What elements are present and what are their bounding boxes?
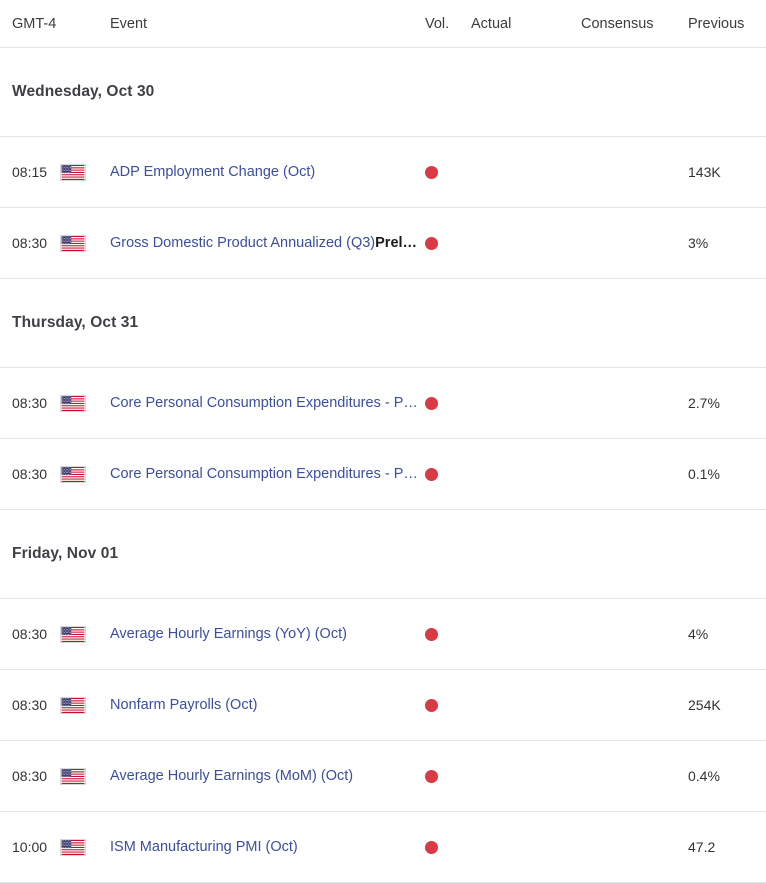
calendar-body: Wednesday, Oct 30 08:15 ADP Employment Cha…	[0, 48, 766, 883]
volatility-high-dot	[425, 467, 438, 481]
date-group-header: Friday, Nov 01	[0, 510, 766, 599]
event-time: 08:30	[12, 697, 48, 713]
event-row[interactable]: 08:30 Nonfarm Payrolls (Oct) 254K	[0, 670, 766, 741]
us-flag-icon	[60, 163, 110, 181]
volatility-high-dot	[425, 769, 438, 783]
event-name-link[interactable]: Average Hourly Earnings (YoY) (Oct)	[110, 626, 347, 642]
event-time: 08:30	[12, 626, 48, 642]
event-row[interactable]: 08:30 Average Hourly Earnings (YoY) (Oct)…	[0, 599, 766, 670]
volatility-high-dot	[425, 840, 438, 854]
event-row[interactable]: 08:30 Gross Domestic Product Annualized (…	[0, 208, 766, 279]
previous-value: 0.1%	[688, 466, 720, 482]
event-name-cell: Average Hourly Earnings (YoY) (Oct)	[110, 626, 425, 642]
volatility-high-dot	[425, 165, 438, 179]
event-name-cell: Average Hourly Earnings (MoM) (Oct)	[110, 768, 425, 784]
volatility-cell	[425, 698, 471, 712]
event-name-link[interactable]: Core Personal Consumption Expenditures -…	[110, 395, 421, 411]
event-name-suffix: Prel…	[375, 235, 418, 251]
volatility-cell	[425, 165, 471, 179]
volatility-cell	[425, 627, 471, 641]
event-time: 10:00	[12, 839, 48, 855]
column-header-event: Event	[110, 15, 148, 32]
column-header-consensus: Consensus	[581, 15, 654, 32]
event-time: 08:30	[12, 768, 48, 784]
volatility-high-dot	[425, 627, 438, 641]
volatility-cell	[425, 396, 471, 410]
previous-value: 4%	[688, 626, 709, 642]
event-row[interactable]: 08:30 Average Hourly Earnings (MoM) (Oct)…	[0, 741, 766, 812]
volatility-cell	[425, 467, 471, 481]
volatility-cell	[425, 769, 471, 783]
event-name-link[interactable]: Nonfarm Payrolls (Oct)	[110, 697, 257, 713]
event-name-link[interactable]: ISM Manufacturing PMI (Oct)	[110, 839, 298, 855]
volatility-high-dot	[425, 698, 438, 712]
us-flag-icon	[60, 767, 110, 785]
event-row[interactable]: 08:30 Core Personal Consumption Expenditu…	[0, 368, 766, 439]
previous-value: 0.4%	[688, 768, 720, 784]
calendar-header-row: GMT-4 Event Vol. Actual Consensus Previo…	[0, 0, 766, 48]
column-header-previous: Previous	[688, 15, 745, 32]
us-flag-icon	[60, 838, 110, 856]
event-name-link[interactable]: Average Hourly Earnings (MoM) (Oct)	[110, 768, 353, 784]
event-name-cell: Core Personal Consumption Expenditures -…	[110, 395, 425, 411]
event-row[interactable]: 08:30 Core Personal Consumption Expenditu…	[0, 439, 766, 510]
us-flag-icon	[60, 625, 110, 643]
event-name-cell: ISM Manufacturing PMI (Oct)	[110, 839, 425, 855]
event-name-cell: Nonfarm Payrolls (Oct)	[110, 697, 425, 713]
event-name-link[interactable]: Core Personal Consumption Expenditures -…	[110, 466, 421, 482]
us-flag-icon	[60, 234, 110, 252]
volatility-cell	[425, 840, 471, 854]
column-header-actual: Actual	[471, 15, 512, 32]
volatility-cell	[425, 236, 471, 250]
event-name-link[interactable]: ADP Employment Change (Oct)	[110, 164, 315, 180]
volatility-high-dot	[425, 396, 438, 410]
event-time: 08:30	[12, 466, 48, 482]
economic-calendar: GMT-4 Event Vol. Actual Consensus Previo…	[0, 0, 766, 883]
previous-value: 3%	[688, 235, 709, 251]
event-time: 08:30	[12, 395, 48, 411]
event-name-cell: ADP Employment Change (Oct)	[110, 164, 425, 180]
us-flag-icon	[60, 394, 110, 412]
previous-value: 143K	[688, 164, 721, 180]
date-group-header: Thursday, Oct 31	[0, 279, 766, 368]
column-header-volatility: Vol.	[425, 15, 450, 32]
us-flag-icon	[60, 696, 110, 714]
event-time: 08:15	[12, 164, 48, 180]
event-name-cell: Gross Domestic Product Annualized (Q3) Pr…	[110, 235, 425, 251]
previous-value: 254K	[688, 697, 721, 713]
event-row[interactable]: 10:00 ISM Manufacturing PMI (Oct) 47.2	[0, 812, 766, 883]
event-row[interactable]: 08:15 ADP Employment Change (Oct) 143K	[0, 137, 766, 208]
event-time: 08:30	[12, 235, 48, 251]
column-header-timezone: GMT-4	[12, 15, 57, 32]
previous-value: 2.7%	[688, 395, 720, 411]
volatility-high-dot	[425, 236, 438, 250]
date-group-header: Wednesday, Oct 30	[0, 48, 766, 137]
event-name-link[interactable]: Gross Domestic Product Annualized (Q3)	[110, 235, 375, 251]
previous-value: 47.2	[688, 839, 716, 855]
event-name-cell: Core Personal Consumption Expenditures -…	[110, 466, 425, 482]
us-flag-icon	[60, 465, 110, 483]
